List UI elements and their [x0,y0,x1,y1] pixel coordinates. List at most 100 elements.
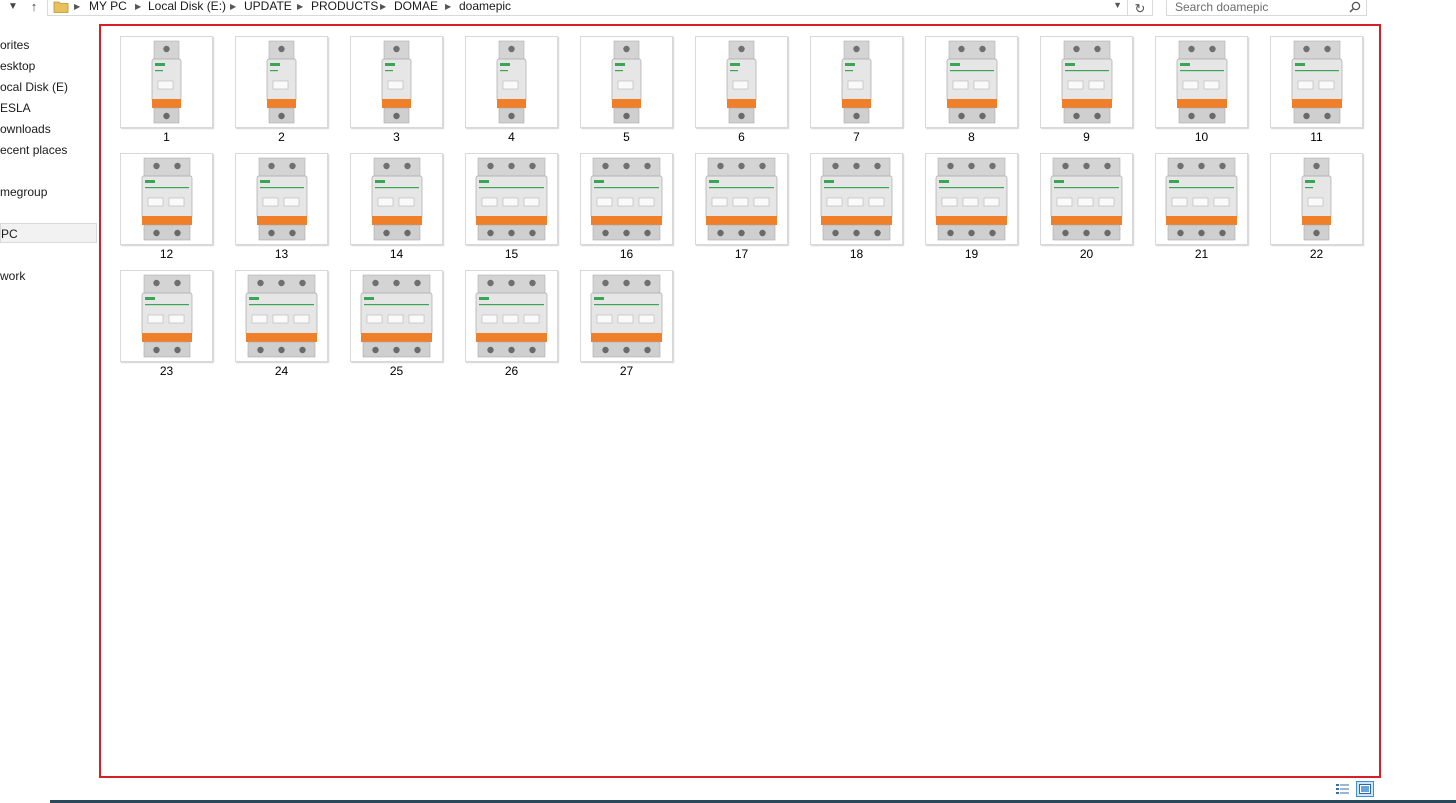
file-name[interactable]: 21 [1155,247,1248,262]
file-item[interactable]: 11 [1270,36,1363,146]
file-name[interactable]: 23 [120,364,213,379]
nav-item-homegroup[interactable]: megroup [0,182,97,202]
file-thumbnail[interactable] [810,36,903,128]
recent-locations-button[interactable]: ▼ [6,0,20,14]
nav-item-my-pc[interactable]: PC [0,223,97,243]
search-box[interactable] [1166,0,1367,16]
file-item[interactable]: 26 [465,270,558,380]
file-name[interactable]: 8 [925,130,1018,145]
file-thumbnail[interactable] [120,153,213,245]
breadcrumb-update[interactable]: UPDATE [244,0,292,13]
file-thumbnail[interactable] [1040,153,1133,245]
file-thumbnail[interactable] [465,36,558,128]
nav-item-desktop[interactable]: esktop [0,56,97,76]
file-thumbnail[interactable] [235,153,328,245]
file-thumbnail[interactable] [925,153,1018,245]
file-thumbnail[interactable] [235,270,328,362]
file-name[interactable]: 19 [925,247,1018,262]
nav-item-local-disk[interactable]: ocal Disk (E) [0,77,97,97]
address-field[interactable]: ▶ MY PC ▶ Local Disk (E:) ▶ UPDATE ▶ PRO… [47,0,1153,16]
breadcrumb-separator-icon[interactable]: ▶ [445,0,451,13]
breadcrumb-separator-icon[interactable]: ▶ [74,0,80,13]
file-item[interactable]: 7 [810,36,903,146]
file-item[interactable]: 12 [120,153,213,263]
file-name[interactable]: 27 [580,364,673,379]
file-name[interactable]: 13 [235,247,328,262]
file-item[interactable]: 1 [120,36,213,146]
file-name[interactable]: 18 [810,247,903,262]
file-thumbnail[interactable] [1270,153,1363,245]
file-name[interactable]: 6 [695,130,788,145]
file-name[interactable]: 2 [235,130,328,145]
file-item[interactable]: 6 [695,36,788,146]
file-name[interactable]: 10 [1155,130,1248,145]
search-icon[interactable] [1349,1,1361,13]
nav-item-recent-places[interactable]: ecent places [0,140,97,160]
file-item[interactable]: 20 [1040,153,1133,263]
file-item[interactable]: 2 [235,36,328,146]
file-item[interactable]: 24 [235,270,328,380]
file-thumbnail[interactable] [465,153,558,245]
nav-item-tesla[interactable]: ESLA [0,98,97,118]
file-list-area[interactable]: 1 2 3 4 5 6 7 8 9 10 11 12 13 14 15 16 17 18 19 20 21 22 23 24 2… [99,24,1381,778]
file-thumbnail[interactable] [1155,36,1248,128]
file-thumbnail[interactable] [580,270,673,362]
file-item[interactable]: 16 [580,153,673,263]
chevron-down-icon[interactable]: ▼ [1113,0,1122,12]
breadcrumb-products[interactable]: PRODUCTS [311,0,378,13]
nav-item-downloads[interactable]: ownloads [0,119,97,139]
file-thumbnail[interactable] [1270,36,1363,128]
file-name[interactable]: 7 [810,130,903,145]
file-thumbnail[interactable] [695,153,788,245]
file-name[interactable]: 24 [235,364,328,379]
file-item[interactable]: 15 [465,153,558,263]
file-name[interactable]: 9 [1040,130,1133,145]
breadcrumb-separator-icon[interactable]: ▶ [230,0,236,13]
up-button[interactable]: ↑ [27,0,41,14]
file-item[interactable]: 17 [695,153,788,263]
file-item[interactable]: 9 [1040,36,1133,146]
file-name[interactable]: 4 [465,130,558,145]
file-thumbnail[interactable] [580,153,673,245]
file-item[interactable]: 4 [465,36,558,146]
file-thumbnail[interactable] [350,270,443,362]
file-thumbnail[interactable] [1155,153,1248,245]
details-view-button[interactable] [1334,781,1352,797]
nav-item-favorites[interactable]: orites [0,35,97,55]
file-item[interactable]: 23 [120,270,213,380]
file-thumbnail[interactable] [350,153,443,245]
file-thumbnail[interactable] [120,36,213,128]
file-thumbnail[interactable] [235,36,328,128]
file-item[interactable]: 10 [1155,36,1248,146]
search-input[interactable] [1167,0,1347,15]
breadcrumb-separator-icon[interactable]: ▶ [297,0,303,13]
file-name[interactable]: 22 [1270,247,1363,262]
file-item[interactable]: 18 [810,153,903,263]
file-name[interactable]: 16 [580,247,673,262]
file-item[interactable]: 14 [350,153,443,263]
breadcrumb-my-pc[interactable]: MY PC [89,0,127,13]
breadcrumb-domae[interactable]: DOMAE [394,0,438,13]
breadcrumb-doamepic[interactable]: doamepic [459,0,511,13]
file-name[interactable]: 25 [350,364,443,379]
file-name[interactable]: 12 [120,247,213,262]
large-icons-view-button[interactable] [1356,781,1374,797]
file-name[interactable]: 5 [580,130,673,145]
file-item[interactable]: 21 [1155,153,1248,263]
file-thumbnail[interactable] [810,153,903,245]
file-name[interactable]: 3 [350,130,443,145]
file-item[interactable]: 3 [350,36,443,146]
file-item[interactable]: 19 [925,153,1018,263]
file-item[interactable]: 5 [580,36,673,146]
breadcrumb-local-disk[interactable]: Local Disk (E:) [148,0,226,13]
file-name[interactable]: 11 [1270,130,1363,145]
file-thumbnail[interactable] [120,270,213,362]
file-name[interactable]: 26 [465,364,558,379]
file-thumbnail[interactable] [465,270,558,362]
file-name[interactable]: 14 [350,247,443,262]
file-item[interactable]: 22 [1270,153,1363,263]
file-thumbnail[interactable] [695,36,788,128]
file-name[interactable]: 20 [1040,247,1133,262]
breadcrumb-separator-icon[interactable]: ▶ [380,0,386,13]
file-item[interactable]: 25 [350,270,443,380]
